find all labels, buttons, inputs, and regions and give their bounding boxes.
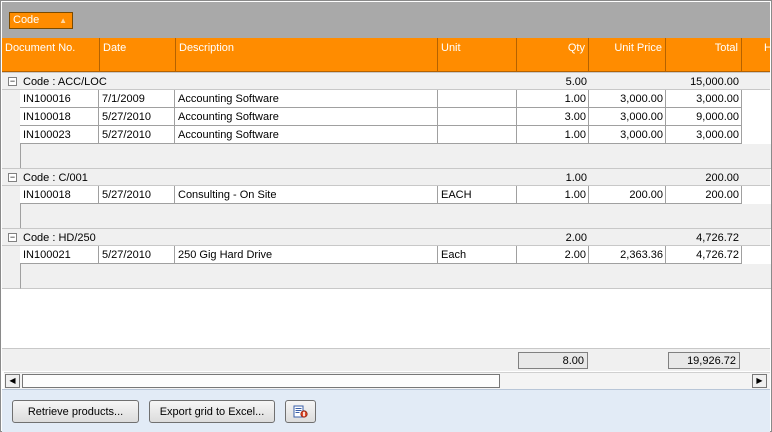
group-footer-indent (2, 264, 20, 289)
group-label: Code : C/001 (23, 172, 88, 184)
sort-ascending-icon: ▲ (59, 16, 67, 25)
group-total: 200.00 (705, 172, 739, 184)
cell-unit[interactable]: EACH (438, 186, 517, 204)
group-label: Code : ACC/LOC (23, 76, 107, 88)
summary-qty: 8.00 (518, 352, 588, 369)
scroll-right-icon[interactable]: ▶ (752, 374, 767, 388)
group-qty: 1.00 (565, 172, 587, 184)
group-chip-label: Code (13, 14, 40, 26)
group-label: Code : HD/250 (23, 232, 96, 244)
cell-date[interactable]: 5/27/2010 (99, 126, 175, 144)
cell-qty[interactable]: 1.00 (517, 90, 589, 108)
cell-total[interactable]: 3,000.00 (666, 126, 742, 144)
column-header-qty[interactable]: Qty (517, 38, 589, 71)
row-indent (2, 108, 20, 126)
group-row-acc-loc[interactable]: − Code : ACC/LOC 5.00 15,000.00 (2, 72, 770, 90)
row-indent (2, 126, 20, 144)
cell-desc[interactable]: Consulting - On Site (175, 186, 438, 204)
retrieve-products-button[interactable]: Retrieve products... (12, 400, 139, 423)
column-header-document-no[interactable]: Document No. (2, 38, 100, 71)
group-by-panel: Code ▲ (2, 2, 770, 38)
cell-unit[interactable] (438, 126, 517, 144)
cell-price[interactable]: 2,363.36 (589, 246, 666, 264)
collapse-icon[interactable]: − (8, 173, 17, 182)
cell-total[interactable]: 4,726.72 (666, 246, 742, 264)
scroll-thumb[interactable] (22, 374, 500, 388)
group-footer (20, 144, 771, 169)
group-qty: 5.00 (565, 76, 587, 88)
column-header-total[interactable]: Total (666, 38, 742, 71)
cell-desc[interactable]: 250 Gig Hard Drive (175, 246, 438, 264)
grid-window: Code ▲ Document No. Date Description Uni… (0, 0, 772, 432)
cell-qty[interactable]: 1.00 (517, 126, 589, 144)
cell-unit[interactable]: Each (438, 246, 517, 264)
summary-row: 8.00 19,926.72 (2, 348, 770, 371)
table-row[interactable]: IN100018 5/27/2010 Consulting - On Site … (2, 186, 770, 204)
cell-doc[interactable]: IN100018 (20, 186, 99, 204)
column-header-h[interactable]: H (742, 38, 770, 71)
column-header-date[interactable]: Date (100, 38, 176, 71)
table-row[interactable]: IN100023 5/27/2010 Accounting Software 1… (2, 126, 770, 144)
group-row-c-001[interactable]: − Code : C/001 1.00 200.00 (2, 168, 770, 186)
group-footer-indent (2, 204, 20, 229)
cell-doc[interactable]: IN100016 (20, 90, 99, 108)
table-row[interactable]: IN100016 7/1/2009 Accounting Software 1.… (2, 90, 770, 108)
cell-desc[interactable]: Accounting Software (175, 126, 438, 144)
cell-date[interactable]: 5/27/2010 (99, 108, 175, 126)
column-header-row: Document No. Date Description Unit Qty U… (2, 38, 770, 72)
group-qty: 2.00 (565, 232, 587, 244)
cell-qty[interactable]: 2.00 (517, 246, 589, 264)
cell-doc[interactable]: IN100021 (20, 246, 99, 264)
cell-qty[interactable]: 1.00 (517, 186, 589, 204)
cell-total[interactable]: 3,000.00 (666, 90, 742, 108)
cell-doc[interactable]: IN100023 (20, 126, 99, 144)
collapse-icon[interactable]: − (8, 233, 17, 242)
cell-date[interactable]: 7/1/2009 (99, 90, 175, 108)
group-row-hd-250[interactable]: − Code : HD/250 2.00 4,726.72 (2, 228, 770, 246)
cell-price[interactable]: 3,000.00 (589, 108, 666, 126)
row-indent (2, 90, 20, 108)
cell-desc[interactable]: Accounting Software (175, 108, 438, 126)
collapse-icon[interactable]: − (8, 77, 17, 86)
column-header-description[interactable]: Description (176, 38, 438, 71)
column-header-unit[interactable]: Unit (438, 38, 517, 71)
cell-total[interactable]: 9,000.00 (666, 108, 742, 126)
print-preview-button[interactable] (285, 400, 316, 423)
cell-price[interactable]: 3,000.00 (589, 126, 666, 144)
row-indent (2, 246, 20, 264)
cell-unit[interactable] (438, 108, 517, 126)
cell-unit[interactable] (438, 90, 517, 108)
group-total: 4,726.72 (696, 232, 739, 244)
group-footer (20, 264, 771, 289)
group-footer-indent (2, 144, 20, 169)
horizontal-scrollbar[interactable]: ◀ ▶ (4, 372, 770, 389)
export-grid-to-excel-button[interactable]: Export grid to Excel... (149, 400, 275, 423)
row-indent (2, 186, 20, 204)
group-by-chip-code[interactable]: Code ▲ (9, 12, 73, 29)
cell-doc[interactable]: IN100018 (20, 108, 99, 126)
group-footer (20, 204, 771, 229)
cell-qty[interactable]: 3.00 (517, 108, 589, 126)
cell-price[interactable]: 3,000.00 (589, 90, 666, 108)
cell-date[interactable]: 5/27/2010 (99, 186, 175, 204)
cell-desc[interactable]: Accounting Software (175, 90, 438, 108)
scroll-left-icon[interactable]: ◀ (5, 374, 20, 388)
grid-body: − Code : ACC/LOC 5.00 15,000.00 IN100016… (2, 72, 771, 348)
cell-price[interactable]: 200.00 (589, 186, 666, 204)
group-total: 15,000.00 (690, 76, 739, 88)
table-row[interactable]: IN100018 5/27/2010 Accounting Software 3… (2, 108, 770, 126)
summary-total: 19,926.72 (668, 352, 740, 369)
bottom-toolbar: Retrieve products... Export grid to Exce… (2, 389, 770, 432)
table-row[interactable]: IN100021 5/27/2010 250 Gig Hard Drive Ea… (2, 246, 770, 264)
print-preview-icon (293, 405, 308, 418)
cell-date[interactable]: 5/27/2010 (99, 246, 175, 264)
column-header-unit-price[interactable]: Unit Price (589, 38, 666, 71)
cell-total[interactable]: 200.00 (666, 186, 742, 204)
